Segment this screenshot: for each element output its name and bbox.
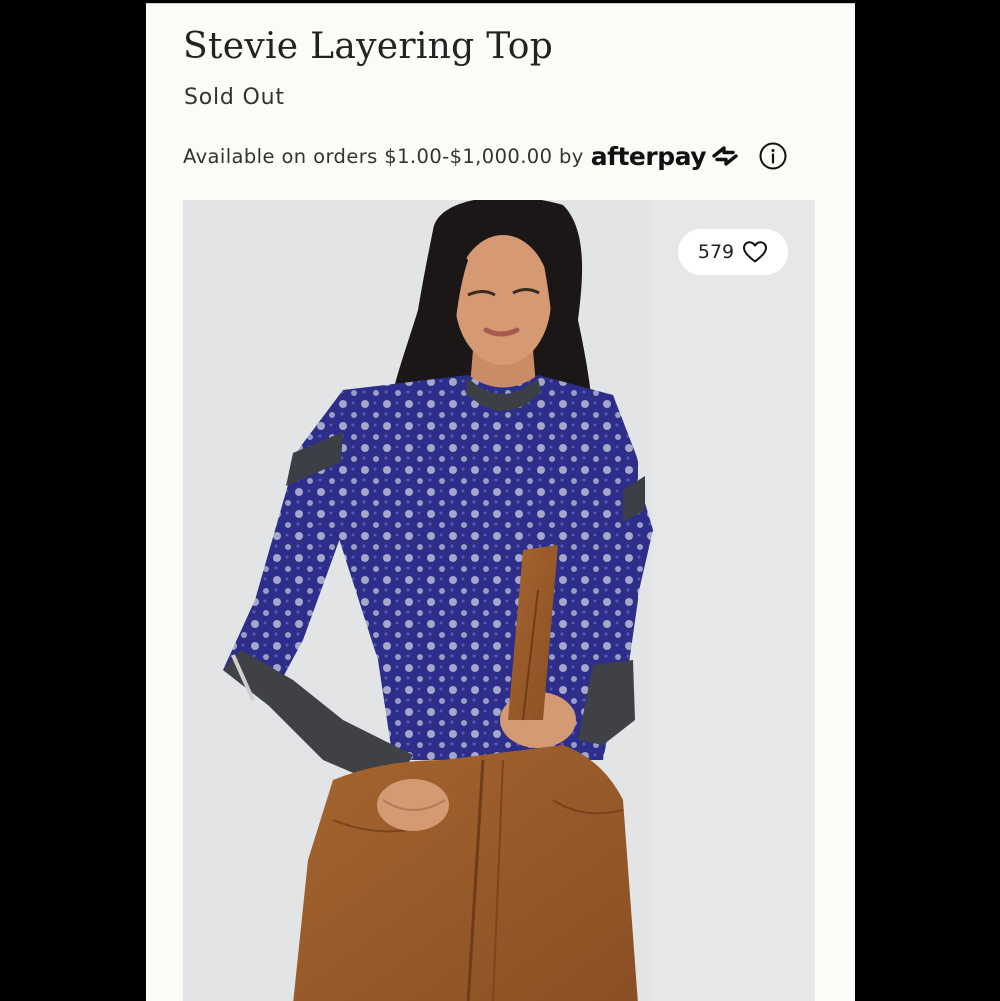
product-title: Stevie Layering Top — [183, 26, 554, 67]
model-illustration — [183, 200, 815, 1001]
info-icon[interactable] — [758, 141, 788, 171]
heart-outline-icon — [743, 241, 768, 263]
afterpay-brand: afterpay — [590, 141, 707, 171]
afterpay-banner: Available on orders $1.00-$1,000.00 by a… — [183, 138, 788, 174]
afterpay-arrows-icon — [712, 146, 738, 166]
like-count: 579 — [697, 241, 735, 263]
product-card: Stevie Layering Top Sold Out Available o… — [146, 3, 855, 1001]
afterpay-text: Available on orders $1.00-$1,000.00 by — [183, 144, 584, 168]
like-button[interactable]: 579 — [678, 229, 788, 275]
stock-status: Sold Out — [184, 85, 285, 110]
afterpay-logo: afterpay — [591, 142, 742, 171]
product-photo[interactable]: 579 — [183, 200, 815, 1001]
